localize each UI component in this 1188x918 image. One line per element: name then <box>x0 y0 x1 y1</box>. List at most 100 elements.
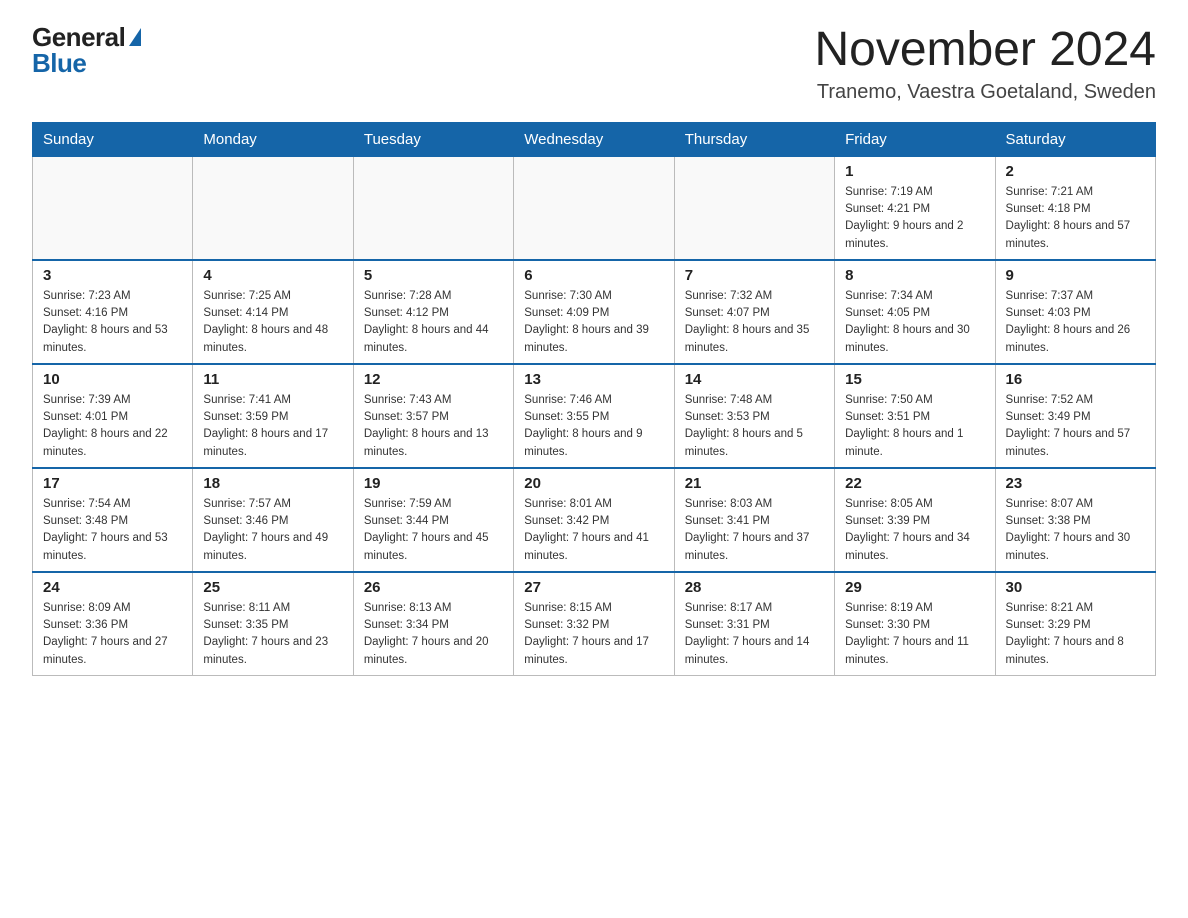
col-header-monday: Monday <box>193 122 353 156</box>
col-header-sunday: Sunday <box>33 122 193 156</box>
location-title: Tranemo, Vaestra Goetaland, Sweden <box>814 81 1156 104</box>
day-number: 12 <box>364 371 503 388</box>
calendar-cell: 14 Sunrise: 7:48 AMSunset: 3:53 PMDayligh… <box>674 364 834 468</box>
calendar-cell: 23 Sunrise: 8:07 AMSunset: 3:38 PMDayligh… <box>995 468 1155 572</box>
logo-blue-text: Blue <box>32 50 86 76</box>
calendar-cell: 30 Sunrise: 8:21 AMSunset: 3:29 PMDayligh… <box>995 572 1155 676</box>
day-number: 28 <box>685 579 824 596</box>
day-number: 30 <box>1006 579 1145 596</box>
day-info: Sunrise: 7:50 AMSunset: 3:51 PMDaylight:… <box>845 392 984 461</box>
day-info: Sunrise: 8:13 AMSunset: 3:34 PMDaylight:… <box>364 600 503 669</box>
day-number: 16 <box>1006 371 1145 388</box>
day-info: Sunrise: 7:41 AMSunset: 3:59 PMDaylight:… <box>203 392 342 461</box>
day-info: Sunrise: 8:11 AMSunset: 3:35 PMDaylight:… <box>203 600 342 669</box>
day-info: Sunrise: 7:30 AMSunset: 4:09 PMDaylight:… <box>524 288 663 357</box>
calendar-cell: 26 Sunrise: 8:13 AMSunset: 3:34 PMDayligh… <box>353 572 513 676</box>
day-info: Sunrise: 8:03 AMSunset: 3:41 PMDaylight:… <box>685 496 824 565</box>
calendar-cell: 12 Sunrise: 7:43 AMSunset: 3:57 PMDayligh… <box>353 364 513 468</box>
day-number: 4 <box>203 267 342 284</box>
calendar-cell: 29 Sunrise: 8:19 AMSunset: 3:30 PMDayligh… <box>835 572 995 676</box>
logo-general-text: General <box>32 24 125 50</box>
logo: General Blue <box>32 24 141 76</box>
day-number: 15 <box>845 371 984 388</box>
day-info: Sunrise: 7:43 AMSunset: 3:57 PMDaylight:… <box>364 392 503 461</box>
calendar-cell: 28Sunrise: 8:17 AMSunset: 3:31 PMDayligh… <box>674 572 834 676</box>
calendar-cell: 2 Sunrise: 7:21 AMSunset: 4:18 PMDaylight… <box>995 156 1155 260</box>
calendar-cell <box>514 156 674 260</box>
col-header-friday: Friday <box>835 122 995 156</box>
col-header-thursday: Thursday <box>674 122 834 156</box>
day-info: Sunrise: 8:21 AMSunset: 3:29 PMDaylight:… <box>1006 600 1145 669</box>
col-header-tuesday: Tuesday <box>353 122 513 156</box>
calendar-cell: 11 Sunrise: 7:41 AMSunset: 3:59 PMDayligh… <box>193 364 353 468</box>
day-number: 25 <box>203 579 342 596</box>
day-info: Sunrise: 7:25 AMSunset: 4:14 PMDaylight:… <box>203 288 342 357</box>
calendar-header-row: SundayMondayTuesdayWednesdayThursdayFrid… <box>33 122 1156 156</box>
calendar-cell <box>33 156 193 260</box>
calendar-week-row: 17 Sunrise: 7:54 AMSunset: 3:48 PMDayligh… <box>33 468 1156 572</box>
calendar-cell: 24 Sunrise: 8:09 AMSunset: 3:36 PMDayligh… <box>33 572 193 676</box>
calendar-cell: 5 Sunrise: 7:28 AMSunset: 4:12 PMDaylight… <box>353 260 513 364</box>
col-header-wednesday: Wednesday <box>514 122 674 156</box>
day-info: Sunrise: 7:34 AMSunset: 4:05 PMDaylight:… <box>845 288 984 357</box>
day-number: 9 <box>1006 267 1145 284</box>
calendar-cell: 22 Sunrise: 8:05 AMSunset: 3:39 PMDayligh… <box>835 468 995 572</box>
day-number: 19 <box>364 475 503 492</box>
day-info: Sunrise: 8:19 AMSunset: 3:30 PMDaylight:… <box>845 600 984 669</box>
calendar-cell: 21 Sunrise: 8:03 AMSunset: 3:41 PMDayligh… <box>674 468 834 572</box>
calendar-cell: 16 Sunrise: 7:52 AMSunset: 3:49 PMDayligh… <box>995 364 1155 468</box>
day-number: 17 <box>43 475 182 492</box>
day-number: 20 <box>524 475 663 492</box>
page-header: General Blue November 2024 Tranemo, Vaes… <box>32 24 1156 104</box>
day-number: 11 <box>203 371 342 388</box>
calendar-cell: 13 Sunrise: 7:46 AMSunset: 3:55 PMDayligh… <box>514 364 674 468</box>
day-info: Sunrise: 7:28 AMSunset: 4:12 PMDaylight:… <box>364 288 503 357</box>
day-info: Sunrise: 7:54 AMSunset: 3:48 PMDaylight:… <box>43 496 182 565</box>
day-number: 6 <box>524 267 663 284</box>
day-info: Sunrise: 8:09 AMSunset: 3:36 PMDaylight:… <box>43 600 182 669</box>
calendar-cell: 17 Sunrise: 7:54 AMSunset: 3:48 PMDayligh… <box>33 468 193 572</box>
day-info: Sunrise: 7:37 AMSunset: 4:03 PMDaylight:… <box>1006 288 1145 357</box>
calendar-cell <box>353 156 513 260</box>
day-number: 13 <box>524 371 663 388</box>
day-number: 22 <box>845 475 984 492</box>
day-info: Sunrise: 7:19 AMSunset: 4:21 PMDaylight:… <box>845 184 984 253</box>
day-number: 18 <box>203 475 342 492</box>
calendar-cell: 3Sunrise: 7:23 AMSunset: 4:16 PMDaylight… <box>33 260 193 364</box>
day-info: Sunrise: 7:59 AMSunset: 3:44 PMDaylight:… <box>364 496 503 565</box>
calendar-cell: 18 Sunrise: 7:57 AMSunset: 3:46 PMDayligh… <box>193 468 353 572</box>
calendar-cell: 1Sunrise: 7:19 AMSunset: 4:21 PMDaylight… <box>835 156 995 260</box>
day-info: Sunrise: 8:01 AMSunset: 3:42 PMDaylight:… <box>524 496 663 565</box>
day-number: 14 <box>685 371 824 388</box>
day-number: 23 <box>1006 475 1145 492</box>
calendar-cell: 10 Sunrise: 7:39 AMSunset: 4:01 PMDayligh… <box>33 364 193 468</box>
day-info: Sunrise: 7:57 AMSunset: 3:46 PMDaylight:… <box>203 496 342 565</box>
day-number: 5 <box>364 267 503 284</box>
day-number: 24 <box>43 579 182 596</box>
day-info: Sunrise: 7:32 AMSunset: 4:07 PMDaylight:… <box>685 288 824 357</box>
day-info: Sunrise: 7:48 AMSunset: 3:53 PMDaylight:… <box>685 392 824 461</box>
day-number: 2 <box>1006 163 1145 180</box>
day-number: 21 <box>685 475 824 492</box>
day-info: Sunrise: 7:39 AMSunset: 4:01 PMDaylight:… <box>43 392 182 461</box>
day-number: 29 <box>845 579 984 596</box>
day-number: 10 <box>43 371 182 388</box>
day-info: Sunrise: 8:05 AMSunset: 3:39 PMDaylight:… <box>845 496 984 565</box>
day-info: Sunrise: 8:07 AMSunset: 3:38 PMDaylight:… <box>1006 496 1145 565</box>
logo-triangle-icon <box>129 28 141 46</box>
day-info: Sunrise: 7:46 AMSunset: 3:55 PMDaylight:… <box>524 392 663 461</box>
calendar-week-row: 3Sunrise: 7:23 AMSunset: 4:16 PMDaylight… <box>33 260 1156 364</box>
day-info: Sunrise: 7:52 AMSunset: 3:49 PMDaylight:… <box>1006 392 1145 461</box>
calendar-cell: 8Sunrise: 7:34 AMSunset: 4:05 PMDaylight… <box>835 260 995 364</box>
calendar-week-row: 10 Sunrise: 7:39 AMSunset: 4:01 PMDayligh… <box>33 364 1156 468</box>
calendar-cell: 27Sunrise: 8:15 AMSunset: 3:32 PMDayligh… <box>514 572 674 676</box>
calendar-cell: 7Sunrise: 7:32 AMSunset: 4:07 PMDaylight… <box>674 260 834 364</box>
col-header-saturday: Saturday <box>995 122 1155 156</box>
calendar-cell: 15 Sunrise: 7:50 AMSunset: 3:51 PMDayligh… <box>835 364 995 468</box>
calendar-cell: 6 Sunrise: 7:30 AMSunset: 4:09 PMDaylight… <box>514 260 674 364</box>
month-title: November 2024 <box>814 24 1156 77</box>
day-info: Sunrise: 7:21 AMSunset: 4:18 PMDaylight:… <box>1006 184 1145 253</box>
calendar-cell: 4 Sunrise: 7:25 AMSunset: 4:14 PMDaylight… <box>193 260 353 364</box>
calendar-week-row: 24 Sunrise: 8:09 AMSunset: 3:36 PMDayligh… <box>33 572 1156 676</box>
day-number: 26 <box>364 579 503 596</box>
